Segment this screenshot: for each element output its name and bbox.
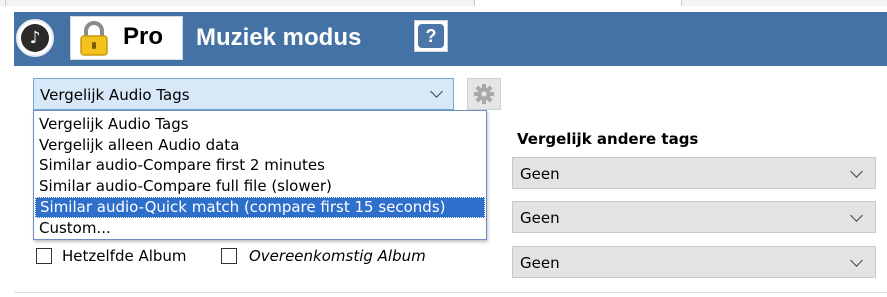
music-note-icon[interactable]: ♪: [16, 19, 54, 57]
other-tag-select-3[interactable]: Geen: [512, 246, 876, 278]
option-audio-data[interactable]: Vergelijk alleen Audio data: [35, 135, 485, 156]
other-tag-value: Geen: [520, 254, 560, 272]
lock-icon: [80, 21, 108, 56]
option-full-file[interactable]: Similar audio-Compare full file (slower): [35, 176, 485, 197]
compare-mode-select[interactable]: Vergelijk Audio Tags: [33, 78, 454, 110]
other-tag-value: Geen: [520, 165, 560, 183]
other-tag-value: Geen: [520, 209, 560, 227]
top-strip: [0, 0, 887, 10]
other-tag-select-2[interactable]: Geen: [512, 201, 876, 233]
chevron-down-icon: [430, 85, 443, 98]
other-tags-heading: Vergelijk andere tags: [517, 130, 699, 148]
compare-mode-dropdown-list: Vergelijk Audio Tags Vergelijk alleen Au…: [33, 110, 487, 240]
divider: [14, 292, 887, 293]
option-quick-match[interactable]: Similar audio-Quick match (compare first…: [35, 197, 485, 218]
compare-mode-value: Vergelijk Audio Tags: [40, 86, 190, 104]
other-tag-select-1[interactable]: Geen: [512, 157, 876, 189]
mode-header: ♪ Pro Muziek modus ?: [14, 12, 887, 66]
chevron-down-icon: [850, 165, 863, 178]
pro-badge[interactable]: Pro: [70, 16, 183, 60]
similar-album-label: Overeenkomstig Album: [249, 247, 426, 265]
gear-icon: [474, 84, 494, 104]
same-album-label: Hetzelfde Album: [62, 247, 187, 265]
option-audio-tags[interactable]: Vergelijk Audio Tags: [35, 114, 485, 135]
pro-label: Pro: [123, 23, 164, 50]
help-button[interactable]: ?: [414, 20, 448, 52]
chevron-down-icon: [850, 209, 863, 222]
similar-album-checkbox[interactable]: [221, 248, 237, 264]
page-title: Muziek modus: [196, 24, 362, 51]
chevron-down-icon: [850, 254, 863, 267]
same-album-checkbox[interactable]: [36, 248, 52, 264]
option-custom[interactable]: Custom...: [35, 218, 485, 239]
help-icon: ?: [418, 24, 444, 48]
option-first-2-minutes[interactable]: Similar audio-Compare first 2 minutes: [35, 155, 485, 176]
settings-button[interactable]: [467, 78, 501, 110]
